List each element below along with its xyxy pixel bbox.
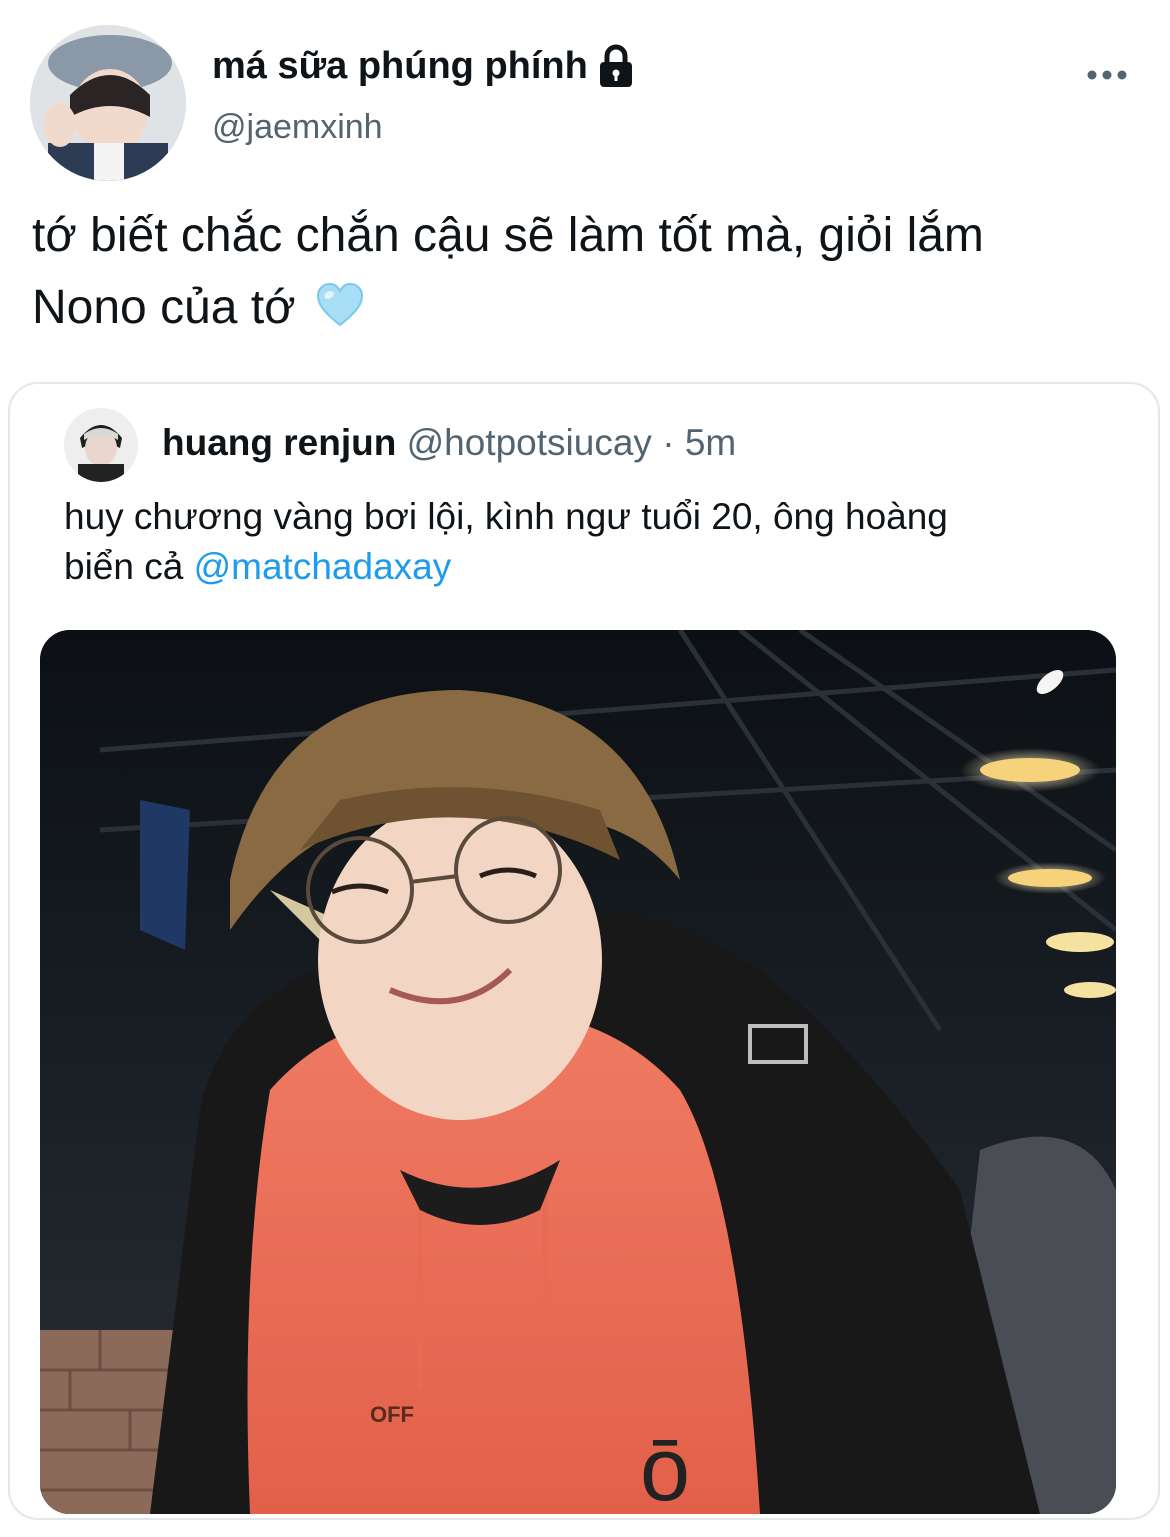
media-print-off: OFF (370, 1402, 414, 1427)
quoted-handle[interactable]: @hotpotsiucay (407, 422, 652, 463)
quoted-media-photo[interactable]: OFF ō (40, 630, 1116, 1514)
quoted-timestamp[interactable]: 5m (685, 422, 736, 463)
quoted-header: huang renjun @hotpotsiucay · 5m (162, 422, 736, 464)
quoted-author-avatar[interactable] (64, 408, 138, 482)
media-print-symbol: ō (640, 1420, 690, 1514)
author-display-name[interactable]: má sữa phúng phính (212, 45, 588, 88)
lock-icon (599, 44, 632, 87)
more-horizontal-icon[interactable] (1082, 58, 1132, 88)
quoted-separator: · (662, 422, 675, 463)
quoted-display-name[interactable]: huang renjun (162, 422, 396, 463)
mention-link[interactable]: @matchadaxay (194, 546, 452, 587)
author-avatar[interactable] (30, 25, 186, 181)
quoted-text: huy chương vàng bơi lội, kình ngư tuổi 2… (64, 492, 1124, 592)
tweet-text-line-2: Nono của tớ (32, 272, 1142, 344)
quoted-text-line-2-prefix: biển cả (64, 546, 184, 587)
light-blue-heart-icon (316, 282, 363, 327)
tweet-text-line-1: tớ biết chắc chắn cậu sẽ làm tốt mà, giỏ… (32, 209, 984, 262)
author-display-name-row[interactable]: má sữa phúng phính (212, 40, 636, 92)
tweet-text: tớ biết chắc chắn cậu sẽ làm tốt mà, giỏ… (32, 200, 1142, 344)
quoted-text-line-2: biển cả @matchadaxay (64, 542, 1124, 592)
author-handle[interactable]: @jaemxinh (212, 108, 383, 147)
quoted-text-line-1: huy chương vàng bơi lội, kình ngư tuổi 2… (64, 496, 948, 537)
tweet-text-line-2-text: Nono của tớ (32, 281, 296, 334)
quoted-tweet-card[interactable]: huang renjun @hotpotsiucay · 5m huy chươ… (8, 382, 1160, 1520)
